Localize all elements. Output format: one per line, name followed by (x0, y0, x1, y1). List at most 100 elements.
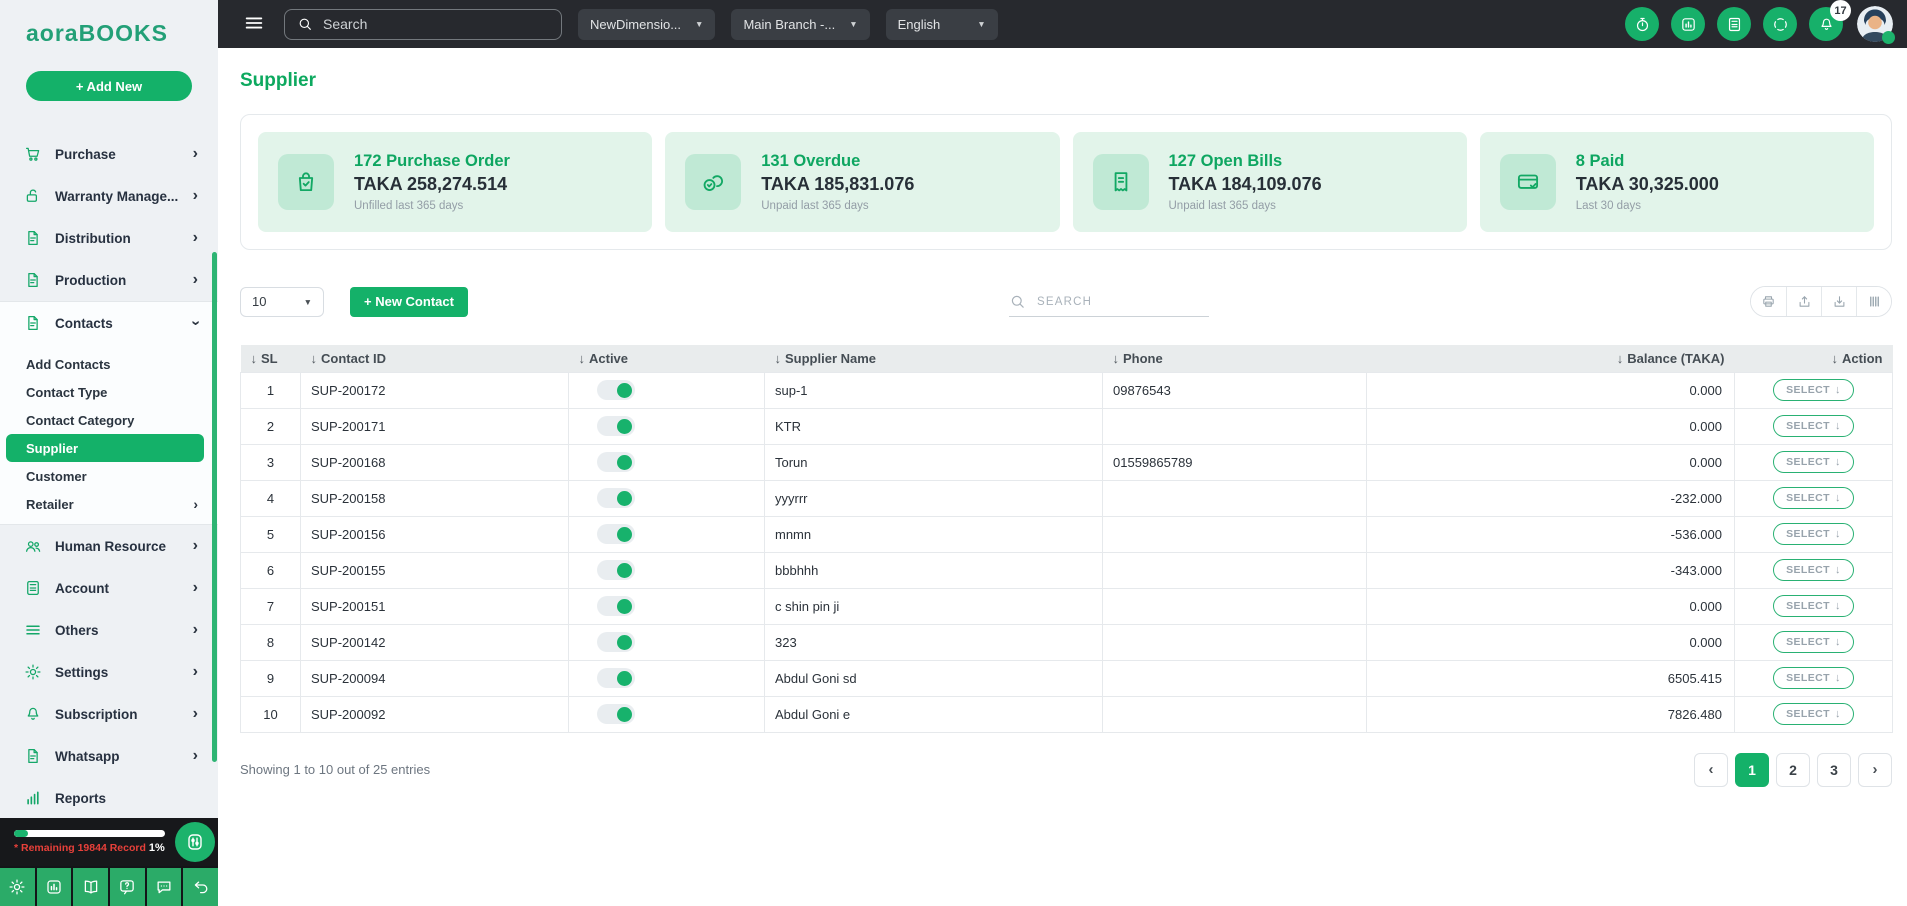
active-toggle[interactable] (597, 668, 635, 688)
active-toggle[interactable] (597, 416, 635, 436)
page-button[interactable]: 3 (1817, 752, 1851, 787)
topbar-search-input[interactable] (323, 16, 549, 32)
user-avatar[interactable] (1857, 6, 1895, 44)
quick-tile-button[interactable] (146, 868, 182, 906)
chevron-left-icon: ‹ (1708, 761, 1714, 778)
active-toggle[interactable] (597, 632, 635, 652)
header-balance[interactable]: ↓ Balance (TAKA) (1366, 345, 1735, 372)
contacts-group: Contacts › Add Contacts Contact Type Con… (0, 301, 218, 525)
header-action[interactable]: ↓ Action (1734, 345, 1893, 372)
submenu-item[interactable]: Supplier (6, 434, 204, 462)
sidebar-item-contacts[interactable]: Contacts › (0, 302, 218, 344)
table-search[interactable] (1008, 287, 1209, 317)
sidebar-item[interactable]: Warranty Manage... › (0, 175, 218, 217)
header-supplier-name[interactable]: ↓ Supplier Name (764, 345, 1103, 372)
cell-balance: 0.000 (1366, 371, 1735, 409)
select-button[interactable]: SELECT ↓ (1773, 415, 1854, 437)
topbar-dropdown[interactable]: English ▼ (885, 8, 998, 40)
table-row: 7 SUP-200151 c shin pin ji 0.000 SELECT (240, 587, 1893, 625)
active-toggle[interactable] (597, 380, 635, 400)
topbar-dropdown[interactable]: Main Branch -... ▼ (731, 8, 870, 40)
page-button[interactable]: 1 (1735, 752, 1769, 787)
header-active[interactable]: ↓ Active (568, 345, 765, 372)
topbar-icon-button[interactable] (1763, 7, 1797, 41)
sidebar-item[interactable]: Whatsapp › (0, 735, 218, 777)
filter-fab-button[interactable] (174, 822, 215, 862)
summary-card-icon-tile (685, 154, 742, 210)
sidebar-item[interactable]: Subscription › (0, 693, 218, 735)
select-button[interactable]: SELECT ↓ (1773, 703, 1854, 725)
submenu-item[interactable]: Contact Category (0, 406, 218, 434)
topbar-dropdown[interactable]: NewDimensio... ▼ (578, 8, 716, 40)
table-row: 4 SUP-200158 yyyrrr -232.000 SELECT ↓ (240, 479, 1893, 517)
select-button[interactable]: SELECT ↓ (1773, 523, 1854, 545)
add-new-button[interactable]: + Add New (26, 71, 192, 101)
menu-lines-icon (24, 621, 42, 639)
table-search-input[interactable] (1036, 294, 1209, 308)
cell-contact-id: SUP-200172 (300, 371, 569, 409)
table-footer: Showing 1 to 10 out of 25 entries ‹ 1 2 … (240, 752, 1892, 787)
sidebar-item[interactable]: Others › (0, 609, 218, 651)
sidebar-item[interactable]: Production › (0, 259, 218, 301)
submenu-item[interactable]: Customer (0, 462, 218, 490)
sort-arrow-icon: ↓ (774, 350, 782, 366)
select-button[interactable]: SELECT ↓ (1773, 667, 1854, 689)
quick-tile-button[interactable] (36, 868, 72, 906)
page-button[interactable]: 2 (1776, 752, 1810, 787)
sidebar-scrollbar[interactable] (212, 252, 217, 762)
topbar-icon-button[interactable] (1625, 7, 1659, 41)
pagination: ‹ 1 2 3 › (1694, 752, 1892, 787)
sidebar-item[interactable]: Human Resource › (0, 525, 218, 567)
active-toggle[interactable] (597, 488, 635, 508)
submenu-item[interactable]: Add Contacts (0, 350, 218, 378)
sidebar-item[interactable]: Account › (0, 567, 218, 609)
next-page-button[interactable]: › (1858, 752, 1892, 787)
select-button[interactable]: SELECT ↓ (1773, 451, 1854, 473)
select-button[interactable]: SELECT ↓ (1773, 487, 1854, 509)
page-size-select[interactable]: 10 ▼ (240, 286, 324, 317)
quick-tile-button[interactable] (110, 868, 145, 906)
table-action-button[interactable] (1751, 287, 1786, 316)
new-contact-button[interactable]: + New Contact (350, 286, 468, 317)
chevron-right-icon: › (192, 145, 198, 162)
active-toggle[interactable] (597, 596, 635, 616)
active-toggle[interactable] (597, 524, 635, 544)
quick-tile-button[interactable] (183, 868, 218, 906)
header-phone[interactable]: ↓ Phone (1102, 345, 1367, 372)
search-icon (297, 16, 313, 32)
active-toggle[interactable] (597, 560, 635, 580)
quick-tile-button[interactable] (73, 868, 109, 906)
active-toggle[interactable] (597, 452, 635, 472)
topbar-icon-button[interactable] (1717, 7, 1751, 41)
table-action-button[interactable] (1856, 287, 1891, 316)
cell-phone (1102, 587, 1367, 625)
submenu-item[interactable]: Retailer › (0, 490, 218, 518)
quick-tile-button[interactable] (0, 868, 35, 906)
sort-arrow-icon: ↓ (1616, 350, 1624, 366)
topbar-search[interactable] (284, 8, 562, 40)
select-button[interactable]: SELECT ↓ (1773, 379, 1854, 401)
table-action-button[interactable] (1786, 287, 1821, 316)
table-action-button[interactable] (1821, 287, 1856, 316)
gear-icon (8, 878, 26, 896)
sidebar-item[interactable]: Distribution › (0, 217, 218, 259)
cell-supplier-name: Abdul Goni sd (764, 659, 1103, 697)
notification-badge: 17 (1830, 0, 1851, 21)
sidebar-item[interactable]: Purchase › (0, 133, 218, 175)
header-sl[interactable]: ↓ SL (240, 345, 301, 372)
hamburger-menu-button[interactable] (242, 12, 266, 36)
submenu-item[interactable]: Contact Type (0, 378, 218, 406)
select-button[interactable]: SELECT ↓ (1773, 631, 1854, 653)
sidebar-item[interactable]: Reports (0, 777, 218, 819)
header-contact-id[interactable]: ↓ Contact ID (300, 345, 569, 372)
prev-page-button[interactable]: ‹ (1694, 752, 1728, 787)
table-row: 3 SUP-200168 Torun 01559865789 0.000 SEL… (240, 443, 1893, 481)
select-button[interactable]: SELECT ↓ (1773, 595, 1854, 617)
sidebar-item[interactable]: Settings › (0, 651, 218, 693)
cell-supplier-name: yyyrrr (764, 479, 1103, 517)
select-button[interactable]: SELECT ↓ (1773, 559, 1854, 581)
cell-phone (1102, 695, 1367, 733)
active-toggle[interactable] (597, 704, 635, 724)
topbar-icon-button[interactable] (1671, 7, 1705, 41)
page-title: Supplier (240, 70, 317, 91)
